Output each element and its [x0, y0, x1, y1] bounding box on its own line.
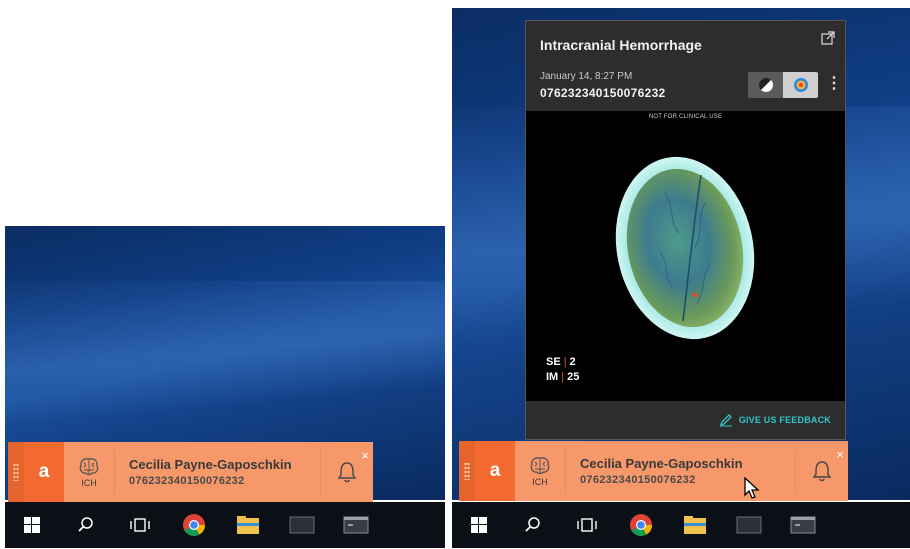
accession-number: 076232340150076232	[129, 475, 245, 487]
app-window-icon[interactable]	[275, 502, 329, 548]
search-icon[interactable]	[506, 502, 560, 548]
windows-start-icon[interactable]	[452, 502, 506, 548]
bell-button[interactable]: ×	[795, 447, 848, 493]
study-date: January 14, 8:27 PM	[540, 71, 633, 82]
patient-name: Cecilia Payne-Gaposchkin	[580, 456, 743, 471]
terminal-icon[interactable]	[329, 502, 383, 548]
feedback-label: GIVE US FEEDBACK	[738, 415, 831, 425]
ct-scan-image	[615, 156, 755, 340]
accession-number: 076232340150076232	[580, 474, 696, 486]
color-map-button[interactable]	[783, 72, 818, 98]
series-image-info: SE | 2 IM | 25	[546, 356, 580, 383]
pencil-icon	[719, 414, 732, 427]
finding-type: ICH	[515, 449, 566, 493]
disclaimer-label: NOT FOR CLINICAL USE	[648, 114, 723, 120]
color-map-icon	[793, 78, 808, 92]
panel-title: Intracranial Hemorrhage	[540, 37, 702, 53]
app-logo: a	[24, 442, 64, 502]
series-value: 2	[569, 356, 576, 368]
search-icon[interactable]	[59, 502, 113, 548]
image-label: IM	[546, 371, 559, 383]
feedback-button[interactable]: GIVE US FEEDBACK	[526, 401, 845, 439]
notification-card-active[interactable]: a ICH Cecilia Payne-Gaposchkin 076232340…	[459, 441, 848, 501]
notification-card[interactable]: a ICH Cecilia Payne-Gaposchkin 076232340…	[8, 442, 373, 502]
patient-info[interactable]: Cecilia Payne-Gaposchkin 076232340150076…	[115, 457, 320, 487]
terminal-icon[interactable]	[776, 502, 830, 548]
accession-number: 076232340150076232	[540, 86, 666, 100]
more-options-icon[interactable]: ⋮	[826, 76, 842, 92]
contrast-icon	[758, 77, 773, 92]
windows-start-icon[interactable]	[5, 502, 59, 548]
image-viewer[interactable]: NOT FOR CLINICAL USE SE | 2 IM | 25	[526, 111, 845, 401]
close-icon[interactable]: ×	[836, 447, 844, 462]
bell-icon	[812, 461, 832, 482]
image-value: 25	[567, 371, 580, 383]
chrome-icon[interactable]	[167, 502, 221, 548]
close-icon[interactable]: ×	[361, 448, 369, 463]
bell-button[interactable]: ×	[320, 448, 373, 494]
app-window-icon[interactable]	[722, 502, 776, 548]
task-view-icon[interactable]	[560, 502, 614, 548]
file-explorer-icon[interactable]	[221, 502, 275, 548]
chrome-icon[interactable]	[614, 502, 668, 548]
task-view-icon[interactable]	[113, 502, 167, 548]
brain-icon	[530, 456, 550, 474]
view-toggle[interactable]	[748, 72, 818, 98]
taskbar	[5, 502, 445, 548]
brain-icon	[79, 457, 99, 475]
finding-label: ICH	[81, 477, 97, 488]
drag-handle[interactable]	[8, 442, 24, 502]
contrast-button[interactable]	[748, 72, 783, 98]
finding-type: ICH	[64, 450, 115, 494]
app-logo: a	[475, 441, 515, 501]
patient-name: Cecilia Payne-Gaposchkin	[129, 457, 292, 472]
series-label: SE	[546, 356, 561, 368]
bell-icon	[337, 462, 357, 483]
external-link-icon[interactable]	[821, 31, 835, 50]
taskbar	[452, 502, 910, 548]
drag-handle[interactable]	[459, 441, 475, 501]
study-preview-panel: Intracranial Hemorrhage January 14, 8:27…	[525, 20, 846, 440]
file-explorer-icon[interactable]	[668, 502, 722, 548]
finding-label: ICH	[532, 476, 548, 487]
mouse-cursor-icon	[744, 477, 760, 499]
